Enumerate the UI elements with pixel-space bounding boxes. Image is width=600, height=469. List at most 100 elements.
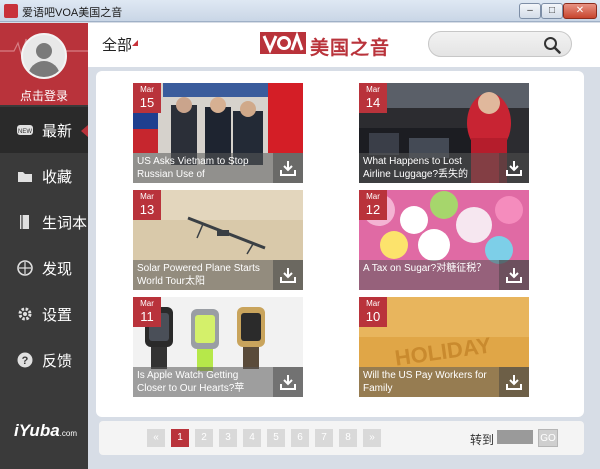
article-title[interactable]: What Happens to Lost Airline Luggage?丢失的	[363, 155, 491, 181]
download-button[interactable]	[273, 260, 303, 290]
article-title[interactable]: Is Apple Watch Getting Closer to Our Hea…	[137, 369, 265, 395]
sidebar-item-settings[interactable]: 设置	[0, 291, 88, 337]
page-button-5[interactable]: 5	[267, 429, 285, 447]
article-card[interactable]: Mar 14 What Happens to Lost Airline Lugg…	[359, 83, 529, 183]
prev-page-button[interactable]: «	[147, 429, 165, 447]
page-button-2[interactable]: 2	[195, 429, 213, 447]
profile-panel[interactable]: 点击登录	[0, 23, 88, 105]
article-caption: Will the US Pay Workers for Family	[359, 367, 529, 397]
download-icon	[280, 161, 296, 176]
login-label[interactable]: 点击登录	[0, 87, 88, 104]
app-icon	[4, 4, 18, 18]
pagination: « 1 2 3 4 5 6 7 8 » 转到 GO	[99, 421, 584, 455]
article-card[interactable]: Mar 12 A Tax on Sugar?对糖征税？	[359, 190, 529, 290]
page-button-3[interactable]: 3	[219, 429, 237, 447]
article-card[interactable]: Mar 15 US Asks Vietnam to Stop Russian U…	[133, 83, 303, 183]
page-button-7[interactable]: 7	[315, 429, 333, 447]
maximize-button[interactable]: □	[541, 3, 563, 19]
sidebar-item-label: 发现	[42, 261, 73, 278]
date-month: Mar	[140, 299, 154, 308]
article-grid: Mar 15 US Asks Vietnam to Stop Russian U…	[96, 71, 584, 417]
sidebar-item-favorites[interactable]: 收藏	[0, 153, 88, 199]
date-day: 12	[365, 202, 381, 217]
download-button[interactable]	[499, 260, 529, 290]
date-badge: Mar 15	[133, 83, 161, 113]
svg-text:?: ?	[22, 355, 29, 367]
search-box[interactable]	[428, 31, 572, 57]
sidebar-item-latest[interactable]: NEW 最新	[0, 107, 88, 153]
download-icon	[280, 268, 296, 283]
date-month: Mar	[140, 85, 154, 94]
article-caption: Is Apple Watch Getting Closer to Our Hea…	[133, 367, 303, 397]
article-card[interactable]: Mar 11 Is Apple Watch Getting Closer to …	[133, 297, 303, 397]
svg-text:NEW: NEW	[18, 129, 32, 135]
goto-button[interactable]: GO	[538, 429, 558, 447]
header: 全部 美国之音	[88, 23, 600, 67]
sidebar-item-discover[interactable]: 发现	[0, 245, 88, 291]
sidebar-item-label: 设置	[42, 307, 73, 324]
date-day: 13	[139, 202, 155, 217]
window-titlebar: 爱语吧VOA美国之音 – □ ✕	[0, 0, 600, 22]
avatar[interactable]	[21, 33, 67, 79]
book-icon	[16, 213, 34, 231]
compass-icon	[16, 259, 34, 277]
date-month: Mar	[140, 192, 154, 201]
download-button[interactable]	[499, 367, 529, 397]
sidebar-item-label: 最新	[42, 123, 73, 140]
iyuba-logo: iYuba.com	[14, 421, 77, 440]
article-caption: US Asks Vietnam to Stop Russian Use of	[133, 153, 303, 183]
article-caption: What Happens to Lost Airline Luggage?丢失的	[359, 153, 529, 183]
voa-logo	[260, 32, 306, 54]
search-icon[interactable]	[543, 36, 561, 54]
download-icon	[280, 375, 296, 390]
date-month: Mar	[366, 192, 380, 201]
download-button[interactable]	[273, 367, 303, 397]
article-title[interactable]: US Asks Vietnam to Stop Russian Use of	[137, 155, 265, 181]
gear-icon	[16, 305, 34, 323]
goto-page-input[interactable]	[497, 430, 533, 444]
date-day: 11	[140, 309, 154, 324]
folder-icon	[16, 167, 34, 185]
sidebar-item-label: 反馈	[42, 353, 73, 370]
close-button[interactable]: ✕	[563, 3, 597, 19]
window-title: 爱语吧VOA美国之音	[22, 7, 123, 19]
date-badge: Mar 12	[359, 190, 387, 220]
page-button-1[interactable]: 1	[171, 429, 189, 447]
sidebar-item-vocabulary[interactable]: 生词本	[0, 199, 88, 245]
page-button-4[interactable]: 4	[243, 429, 261, 447]
dropdown-arrow-icon[interactable]	[132, 40, 138, 46]
article-card[interactable]: HOLIDAY Mar 10 Will the US Pay Workers f…	[359, 297, 529, 397]
page-button-6[interactable]: 6	[291, 429, 309, 447]
sidebar: 点击登录 NEW 最新 收藏 生词本 发现 设置 ? 反馈 iYuba.com	[0, 23, 88, 469]
page-button-8[interactable]: 8	[339, 429, 357, 447]
article-caption: Solar Powered Plane Starts World Tour太阳	[133, 260, 303, 290]
article-caption: A Tax on Sugar?对糖征税？	[359, 260, 529, 290]
article-title[interactable]: A Tax on Sugar?对糖征税？	[363, 262, 491, 288]
date-day: 14	[365, 95, 381, 110]
date-day: 15	[139, 95, 155, 110]
category-dropdown[interactable]: 全部	[102, 34, 132, 55]
next-page-button[interactable]: »	[363, 429, 381, 447]
search-input[interactable]	[439, 36, 537, 52]
date-badge: Mar 14	[359, 83, 387, 113]
date-day: 10	[365, 309, 381, 324]
new-icon: NEW	[16, 121, 34, 139]
date-badge: Mar 11	[133, 297, 161, 327]
download-icon	[506, 375, 522, 390]
download-button[interactable]	[499, 153, 529, 183]
article-title[interactable]: Solar Powered Plane Starts World Tour太阳	[137, 262, 265, 288]
date-badge: Mar 10	[359, 297, 387, 327]
goto-label: 转到	[470, 433, 495, 447]
download-button[interactable]	[273, 153, 303, 183]
minimize-button[interactable]: –	[519, 3, 541, 19]
question-icon: ?	[16, 351, 34, 369]
date-month: Mar	[366, 85, 380, 94]
app-logo-text: 美国之音	[310, 38, 391, 59]
date-badge: Mar 13	[133, 190, 161, 220]
article-title[interactable]: Will the US Pay Workers for Family	[363, 369, 491, 395]
sidebar-item-label: 收藏	[42, 169, 73, 186]
sidebar-item-feedback[interactable]: ? 反馈	[0, 337, 88, 383]
article-card[interactable]: Mar 13 Solar Powered Plane Starts World …	[133, 190, 303, 290]
sidebar-item-label: 生词本	[42, 215, 88, 232]
download-icon	[506, 268, 522, 283]
